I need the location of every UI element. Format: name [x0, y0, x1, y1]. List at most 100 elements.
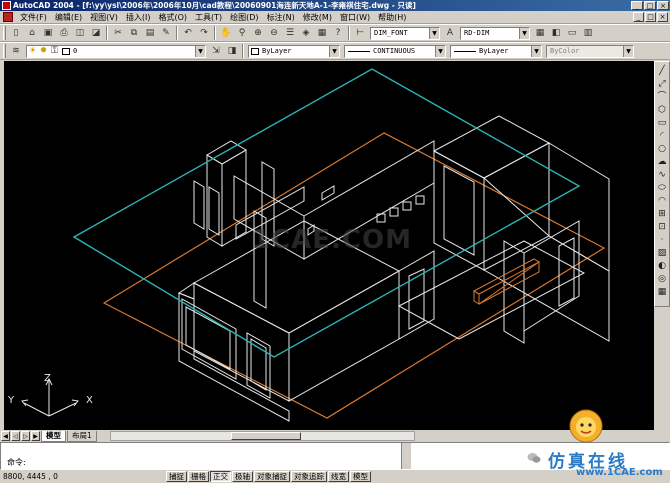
menu-format[interactable]: 格式(O): [154, 12, 191, 23]
maximize-button[interactable]: □: [644, 1, 656, 10]
new-file-icon[interactable]: ▯: [9, 26, 23, 40]
chevron-down-icon[interactable]: ▼: [195, 45, 205, 57]
spline-icon[interactable]: ∿: [656, 169, 668, 182]
text-style-icon[interactable]: A: [443, 26, 457, 40]
hatch-icon[interactable]: ▨: [656, 247, 668, 260]
viewports-icon[interactable]: ▥: [581, 26, 595, 40]
zoom-window-icon[interactable]: ⊕: [251, 26, 265, 40]
paste-icon[interactable]: ▤: [143, 26, 157, 40]
doc-close-button[interactable]: ×: [657, 12, 668, 22]
dimstyle-select[interactable]: DIM_FONT ▼: [370, 26, 440, 40]
command-scrollbar[interactable]: [401, 443, 411, 469]
table-icon[interactable]: ▦: [656, 286, 668, 299]
menu-view[interactable]: 视图(V): [86, 12, 122, 23]
chevron-down-icon[interactable]: ▼: [531, 45, 541, 57]
pan-icon[interactable]: ✋: [219, 26, 233, 40]
menu-insert[interactable]: 插入(I): [122, 12, 155, 23]
minimize-button[interactable]: _: [631, 1, 643, 10]
grid-toggle[interactable]: 栅格: [188, 471, 209, 482]
print-icon[interactable]: ⎙: [57, 26, 71, 40]
horizontal-scrollbar[interactable]: [110, 431, 415, 441]
menu-draw[interactable]: 绘图(D): [226, 12, 262, 23]
next-tab-icon[interactable]: ▷: [21, 431, 30, 441]
polygon-icon[interactable]: ⬡: [656, 104, 668, 117]
color-select[interactable]: ByLayer ▼: [248, 44, 340, 58]
lineweight-toggle[interactable]: 线宽: [328, 471, 349, 482]
polar-toggle[interactable]: 极轴: [232, 471, 253, 482]
close-button[interactable]: ×: [657, 1, 669, 10]
chevron-down-icon[interactable]: ▼: [519, 27, 529, 39]
layer-manager-icon[interactable]: ◧: [549, 26, 563, 40]
menu-help[interactable]: 帮助(H): [374, 12, 410, 23]
chevron-down-icon[interactable]: ▼: [429, 27, 439, 39]
object-snap-toggle[interactable]: 对象捕捉: [254, 471, 290, 482]
last-tab-icon[interactable]: ▶: [31, 431, 40, 441]
tab-model[interactable]: 模型: [41, 430, 66, 442]
toolbar-grip[interactable]: [3, 44, 6, 58]
chevron-down-icon[interactable]: ▼: [435, 45, 445, 57]
insert-block-icon[interactable]: ⊞: [656, 208, 668, 221]
menu-tools[interactable]: 工具(T): [191, 12, 226, 23]
chevron-down-icon[interactable]: ▼: [623, 45, 633, 57]
construction-line-icon[interactable]: ⤢: [656, 78, 668, 91]
dim-style-icon[interactable]: ⊢: [353, 26, 367, 40]
prev-tab-icon[interactable]: ◁: [11, 431, 20, 441]
drawing-area[interactable]: Z Y X 1CAE.COM: [4, 61, 654, 430]
rectangle-icon[interactable]: ▭: [656, 117, 668, 130]
plotstyle-select[interactable]: ByColor ▼: [546, 44, 634, 58]
gradient-icon[interactable]: ◐: [656, 260, 668, 273]
named-views-icon[interactable]: ▭: [565, 26, 579, 40]
zoom-realtime-icon[interactable]: ⚲: [235, 26, 249, 40]
ellipse-icon[interactable]: ⬭: [656, 182, 668, 195]
layer-properties-icon[interactable]: ≋: [9, 44, 23, 58]
ellipse-arc-icon[interactable]: ◠: [656, 195, 668, 208]
doc-restore-button[interactable]: □: [645, 12, 656, 22]
undo-icon[interactable]: ↶: [181, 26, 195, 40]
match-properties-icon[interactable]: ✎: [159, 26, 173, 40]
redo-icon[interactable]: ↷: [197, 26, 211, 40]
print-preview-icon[interactable]: ◫: [73, 26, 87, 40]
table-style-icon[interactable]: ▦: [533, 26, 547, 40]
layer-previous-icon[interactable]: ◨: [225, 44, 239, 58]
menu-edit[interactable]: 编辑(E): [51, 12, 86, 23]
menu-window[interactable]: 窗口(W): [336, 12, 374, 23]
command-input[interactable]: [41, 456, 341, 467]
linetype-select[interactable]: CONTINUOUS ▼: [344, 44, 446, 58]
zoom-previous-icon[interactable]: ⊖: [267, 26, 281, 40]
layer-select[interactable]: ☀ ✹ ⚿ 0 ▼: [26, 44, 206, 58]
textstyle-select[interactable]: RD-DIM ▼: [460, 26, 530, 40]
doc-minimize-button[interactable]: _: [633, 12, 644, 22]
autocad-app-icon[interactable]: [2, 1, 11, 10]
design-center-icon[interactable]: ◈: [299, 26, 313, 40]
open-file-icon[interactable]: ⌂: [25, 26, 39, 40]
tab-layout1[interactable]: 布局1: [67, 430, 97, 442]
first-tab-icon[interactable]: ◀: [1, 431, 10, 441]
cut-icon[interactable]: ✂: [111, 26, 125, 40]
menu-modify[interactable]: 修改(M): [299, 12, 336, 23]
make-object-layer-current-icon[interactable]: ⇲: [209, 44, 223, 58]
line-icon[interactable]: ╱: [656, 65, 668, 78]
ortho-toggle[interactable]: 正交: [210, 471, 231, 482]
object-tracking-toggle[interactable]: 对象追踪: [291, 471, 327, 482]
copy-icon[interactable]: ⧉: [127, 26, 141, 40]
chevron-down-icon[interactable]: ▼: [329, 45, 339, 57]
publish-icon[interactable]: ◪: [89, 26, 103, 40]
polyline-icon[interactable]: ⌒: [656, 91, 668, 104]
menu-file[interactable]: 文件(F): [16, 12, 51, 23]
scrollbar-thumb[interactable]: [231, 432, 301, 440]
revision-cloud-icon[interactable]: ☁: [656, 156, 668, 169]
circle-icon[interactable]: ○: [656, 143, 668, 156]
make-block-icon[interactable]: ⊡: [656, 221, 668, 234]
snap-toggle[interactable]: 捕捉: [166, 471, 187, 482]
help-icon[interactable]: ?: [331, 26, 345, 40]
point-icon[interactable]: ·: [656, 234, 668, 247]
document-icon[interactable]: [3, 12, 13, 22]
tool-palettes-icon[interactable]: ▦: [315, 26, 329, 40]
toolbar-grip[interactable]: [3, 26, 6, 40]
menu-dimension[interactable]: 标注(N): [263, 12, 299, 23]
save-icon[interactable]: ▣: [41, 26, 55, 40]
model-toggle[interactable]: 模型: [350, 471, 371, 482]
region-icon[interactable]: ◎: [656, 273, 668, 286]
lineweight-select[interactable]: ByLayer ▼: [450, 44, 542, 58]
arc-icon[interactable]: ◜: [656, 130, 668, 143]
